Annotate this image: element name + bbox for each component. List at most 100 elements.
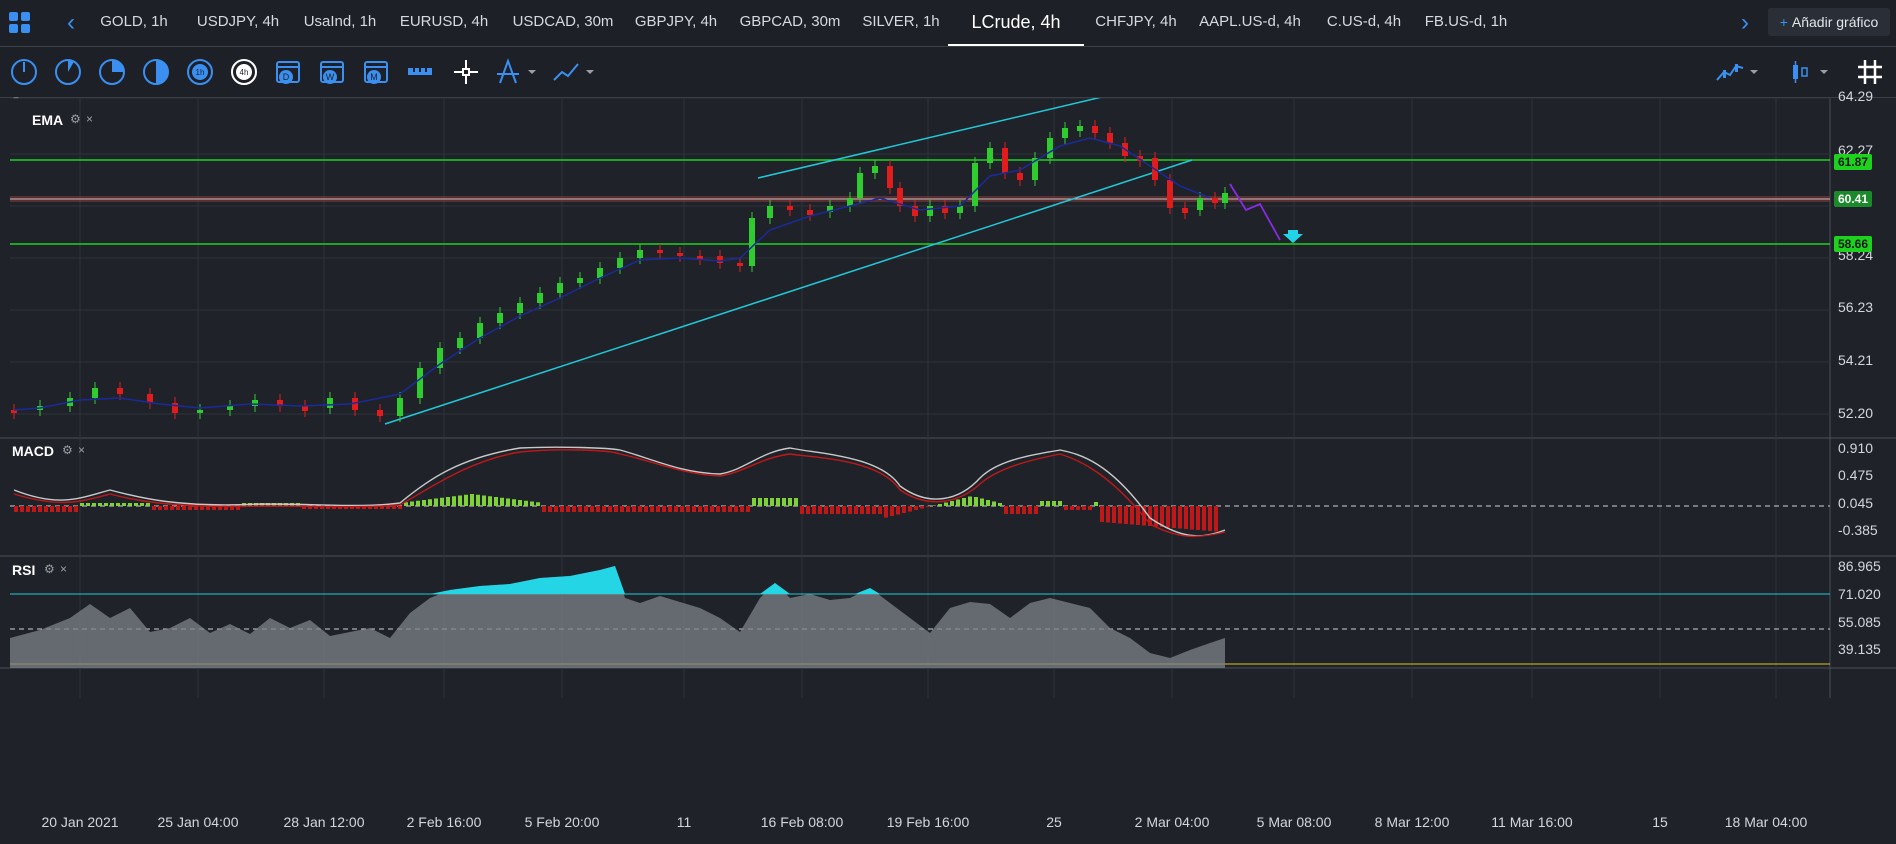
price-tag-resistance: 61.87 bbox=[1834, 154, 1873, 170]
tabs-prev-chevron-icon[interactable]: ‹ bbox=[58, 10, 84, 36]
calendar-m-icon[interactable]: M bbox=[360, 56, 392, 88]
candle-body bbox=[1047, 138, 1053, 158]
macd-histogram-bar bbox=[494, 497, 498, 506]
candle-body bbox=[887, 166, 893, 188]
macd-histogram-bar bbox=[578, 506, 582, 512]
candle-body bbox=[252, 400, 258, 406]
time-axis-label: 20 Jan 2021 bbox=[41, 814, 119, 830]
ruler-icon[interactable] bbox=[404, 56, 436, 88]
macd-histogram-bar bbox=[848, 506, 852, 514]
apps-grid-icon[interactable] bbox=[6, 9, 34, 37]
crosshair-icon[interactable] bbox=[450, 56, 482, 88]
rsi-close-icon[interactable]: × bbox=[60, 562, 67, 576]
clock-1h-icon[interactable]: 1h bbox=[184, 56, 216, 88]
candle-body bbox=[1167, 180, 1173, 208]
grid-toggle-icon[interactable] bbox=[1854, 56, 1886, 88]
clock-30m-icon[interactable] bbox=[140, 56, 172, 88]
plus-icon: + bbox=[1779, 14, 1788, 30]
time-axis-label: 18 Mar 04:00 bbox=[1724, 814, 1808, 830]
candle-body bbox=[717, 256, 723, 263]
chart-type-icon[interactable] bbox=[1714, 56, 1746, 88]
candle-body bbox=[457, 338, 463, 348]
tabs-next-chevron-icon[interactable]: › bbox=[1732, 10, 1758, 36]
tab-usdcad-30m[interactable]: USDCAD, 30m bbox=[500, 0, 626, 46]
candle-body bbox=[972, 163, 978, 206]
clock-4h-icon[interactable]: 4h bbox=[228, 56, 260, 88]
macd-close-icon[interactable]: × bbox=[78, 443, 85, 457]
candle-body bbox=[697, 256, 703, 259]
add-chart-button[interactable]: + Añadir gráfico bbox=[1768, 8, 1890, 36]
macd-histogram-bar bbox=[1190, 506, 1194, 530]
tab-chfjpy-4h[interactable]: CHFJPY, 4h bbox=[1084, 0, 1188, 46]
macd-histogram-bar bbox=[1118, 506, 1122, 524]
macd-histogram-bar bbox=[116, 503, 120, 506]
calendar-w-icon[interactable]: W bbox=[316, 56, 348, 88]
clock-15m-icon[interactable] bbox=[96, 56, 128, 88]
macd-histogram-bar bbox=[1064, 506, 1068, 510]
candle-body bbox=[737, 263, 743, 266]
macd-settings-gear-icon[interactable]: ⚙ bbox=[62, 443, 73, 457]
macd-histogram-bar bbox=[698, 506, 702, 512]
indicator-dropdown-icon[interactable] bbox=[582, 56, 598, 88]
macd-histogram-bar bbox=[728, 506, 732, 512]
indicator-line-icon[interactable] bbox=[550, 56, 582, 88]
macd-histogram-bar bbox=[476, 494, 480, 506]
minimize-icon[interactable]: ‾ bbox=[14, 96, 18, 110]
candle-body bbox=[117, 388, 123, 394]
macd-histogram-bar bbox=[716, 506, 720, 512]
macd-histogram-bar bbox=[128, 503, 132, 506]
macd-histogram-bar bbox=[872, 506, 876, 514]
macd-histogram-bar bbox=[566, 506, 570, 512]
time-axis-label: 25 bbox=[1046, 814, 1062, 830]
tab-silver-1h[interactable]: SILVER, 1h bbox=[854, 0, 948, 46]
tab-gold-1h[interactable]: GOLD, 1h bbox=[84, 0, 184, 46]
macd-histogram-bar bbox=[68, 506, 72, 512]
tab-c-us-d-4h[interactable]: C.US-d, 4h bbox=[1312, 0, 1416, 46]
tab-fb-us-d-1h[interactable]: FB.US-d, 1h bbox=[1416, 0, 1516, 46]
macd-histogram-bar bbox=[590, 506, 594, 512]
tab-gbpjpy-4h[interactable]: GBPJPY, 4h bbox=[626, 0, 726, 46]
drawing-tools-icon[interactable] bbox=[492, 56, 524, 88]
macd-histogram-bar bbox=[434, 498, 438, 506]
clock-1m-icon[interactable] bbox=[8, 56, 40, 88]
macd-histogram-bar bbox=[1004, 506, 1008, 514]
drawing-tools-dropdown-icon[interactable] bbox=[524, 56, 540, 88]
tab-gbpcad-30m[interactable]: GBPCAD, 30m bbox=[726, 0, 854, 46]
candle-body bbox=[417, 368, 423, 398]
macd-histogram-bar bbox=[680, 506, 684, 512]
macd-histogram-bar bbox=[1196, 506, 1200, 530]
macd-histogram-bar bbox=[1124, 506, 1128, 524]
macd-histogram-bar bbox=[176, 506, 180, 510]
chart-area[interactable]: ‾ EMA ⚙ × MACD ⚙ × RSI ⚙ × 64.29 62.27 5… bbox=[0, 88, 1896, 844]
macd-histogram-bar bbox=[104, 503, 108, 506]
macd-histogram-bar bbox=[440, 497, 444, 506]
tab-aapl-us-d-4h[interactable]: AAPL.US-d, 4h bbox=[1188, 0, 1312, 46]
tab-lcrude-4h[interactable]: LCrude, 4h bbox=[948, 0, 1084, 46]
chart-canvas[interactable] bbox=[0, 98, 1896, 844]
candle-body bbox=[617, 258, 623, 268]
rsi-settings-gear-icon[interactable]: ⚙ bbox=[44, 562, 55, 576]
tab-usdjpy-4h[interactable]: USDJPY, 4h bbox=[184, 0, 292, 46]
macd-histogram-bar bbox=[1094, 502, 1098, 506]
macd-histogram-bar bbox=[890, 506, 894, 516]
tab-usaind-1h[interactable]: UsaInd, 1h bbox=[292, 0, 388, 46]
candle-body bbox=[927, 206, 933, 216]
candle-settings-dropdown-icon[interactable] bbox=[1816, 56, 1832, 88]
ema-settings-gear-icon[interactable]: ⚙ bbox=[70, 112, 81, 126]
macd-histogram-bar bbox=[974, 497, 978, 506]
tab-eurusd-4h[interactable]: EURUSD, 4h bbox=[388, 0, 500, 46]
time-axis-label: 15 bbox=[1652, 814, 1668, 830]
macd-histogram-bar bbox=[1022, 506, 1026, 514]
clock-5m-icon[interactable] bbox=[52, 56, 84, 88]
chart-type-dropdown-icon[interactable] bbox=[1746, 56, 1762, 88]
macd-histogram-bar bbox=[530, 501, 534, 506]
candle-body bbox=[657, 250, 663, 253]
ema-close-icon[interactable]: × bbox=[86, 112, 93, 126]
macd-histogram-bar bbox=[1112, 506, 1116, 523]
macd-histogram-bar bbox=[800, 506, 804, 514]
calendar-d-icon[interactable]: D bbox=[272, 56, 304, 88]
macd-axis-label: -0.385 bbox=[1838, 522, 1878, 538]
macd-histogram-bar bbox=[1076, 506, 1080, 510]
candle-body bbox=[957, 206, 963, 213]
candle-settings-icon[interactable] bbox=[1784, 56, 1816, 88]
